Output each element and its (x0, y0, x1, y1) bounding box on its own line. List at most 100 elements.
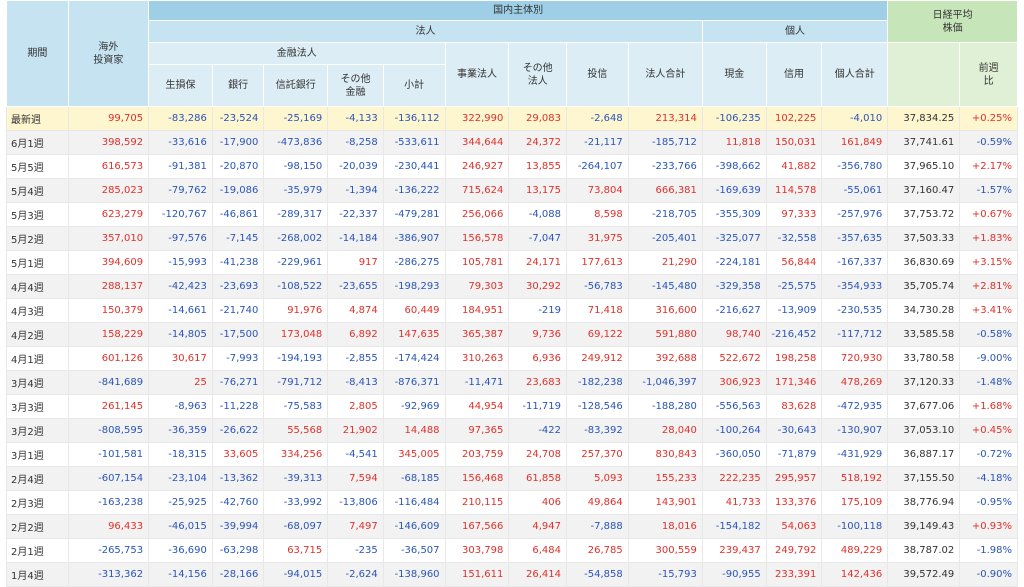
other-fin-header: その他 金融 (327, 64, 384, 107)
cash-cell: 306,923 (701, 370, 767, 395)
insurance-cell: -14,805 (148, 322, 213, 347)
overseas-cell: 398,592 (67, 130, 150, 155)
invest-trust-cell: 257,370 (566, 442, 629, 467)
insurance-cell: -36,359 (148, 418, 213, 443)
weekly-change-cell: -1.98% (959, 538, 1018, 563)
nikkei-cell: 35,705.74 (887, 274, 961, 299)
indiv-total-cell: 161,849 (821, 130, 889, 155)
weekly-change-cell: -0.90% (959, 562, 1018, 587)
period-cell: 4月1週 (6, 346, 69, 371)
corp-total-cell: 155,233 (627, 466, 703, 491)
business-corp-cell: 79,303 (444, 274, 510, 299)
weekly-change-cell: -1.57% (959, 178, 1018, 203)
corp-total-cell: -185,712 (627, 130, 703, 155)
other-fin-cell: -1,394 (327, 178, 384, 203)
invest-trust-cell: -83,392 (566, 418, 629, 443)
other-fin-cell: -4,541 (327, 442, 384, 467)
cash-cell: 239,437 (701, 538, 767, 563)
indiv-total-cell: -357,635 (821, 226, 889, 251)
nikkei-cell: 36,830.69 (887, 250, 961, 275)
bank-cell: -17,900 (211, 130, 265, 155)
margin-cell: -25,575 (765, 274, 823, 299)
bank-cell: -41,238 (211, 250, 265, 275)
margin-cell: 133,376 (765, 490, 823, 515)
business-corp-header: 事業法人 (444, 42, 510, 107)
trust-bank-cell: -289,317 (263, 202, 329, 227)
business-corp-cell: 105,781 (444, 250, 510, 275)
margin-cell: 56,844 (765, 250, 823, 275)
trust-bank-cell: -229,961 (263, 250, 329, 275)
subtotal-cell: -92,969 (382, 394, 446, 419)
subtotal-cell: 60,449 (382, 298, 446, 323)
indiv-total-cell: -100,118 (821, 514, 889, 539)
invest-trust-cell: 249,912 (566, 346, 629, 371)
trust-bank-cell: 173,048 (263, 322, 329, 347)
overseas-cell: 158,229 (67, 322, 150, 347)
insurance-cell: -15,993 (148, 250, 213, 275)
business-corp-cell: 44,954 (444, 394, 510, 419)
corp-total-cell: 143,901 (627, 490, 703, 515)
margin-cell: -32,558 (765, 226, 823, 251)
nikkei-cell: 36,887.17 (887, 442, 961, 467)
table-row: 3月4週 -841,689 25 -76,271 -791,712 -8,413 -876,… (6, 370, 1018, 395)
period-cell: 最新週 (6, 106, 69, 131)
bank-cell: -7,145 (211, 226, 265, 251)
corp-total-cell: 392,688 (627, 346, 703, 371)
subtotal-cell: -386,907 (382, 226, 446, 251)
indiv-total-cell: -356,780 (821, 154, 889, 179)
nikkei-cell: 37,741.61 (887, 130, 961, 155)
overseas-cell: 99,705 (67, 106, 150, 131)
other-fin-cell: -14,184 (327, 226, 384, 251)
nikkei-value-header (887, 42, 961, 107)
table-row: 6月1週 398,592 -33,616 -17,900 -473,836 -8,258-… (6, 130, 1018, 155)
weekly-change-cell: +0.67% (959, 202, 1018, 227)
domestic-header: 国内主体別 (148, 0, 889, 21)
corp-total-cell: -233,766 (627, 154, 703, 179)
other-corp-header: その他 法人 (508, 42, 568, 107)
insurance-cell: -8,963 (148, 394, 213, 419)
invest-trust-cell: 73,804 (566, 178, 629, 203)
bank-cell: -11,228 (211, 394, 265, 419)
cash-cell: -360,050 (701, 442, 767, 467)
other-corp-cell: -422 (508, 418, 568, 443)
corp-total-cell: -205,401 (627, 226, 703, 251)
subtotal-cell: -36,507 (382, 538, 446, 563)
bank-cell: -28,166 (211, 562, 265, 587)
insurance-cell: -46,015 (148, 514, 213, 539)
invest-trust-cell: 69,122 (566, 322, 629, 347)
margin-cell: -71,879 (765, 442, 823, 467)
cash-cell: -169,639 (701, 178, 767, 203)
nikkei-cell: 37,120.33 (887, 370, 961, 395)
table-row: 2月2週 96,433 -46,015 -39,994 -68,097 7,497 -146… (6, 514, 1018, 539)
nikkei-cell: 37,053.10 (887, 418, 961, 443)
other-fin-cell: 7,497 (327, 514, 384, 539)
cash-cell: -216,627 (701, 298, 767, 323)
insurance-cell: -42,423 (148, 274, 213, 299)
margin-cell: 54,063 (765, 514, 823, 539)
overseas-cell: -313,362 (67, 562, 150, 587)
subtotal-cell: -876,371 (382, 370, 446, 395)
bank-cell: -20,870 (211, 154, 265, 179)
table-row: 5月2週 357,010 -97,576 -7,145 -268,002 -14,184-… (6, 226, 1018, 251)
period-cell: 2月1週 (6, 538, 69, 563)
other-corp-cell: 24,372 (508, 130, 568, 155)
bank-cell: -76,271 (211, 370, 265, 395)
business-corp-cell: 310,263 (444, 346, 510, 371)
trust-bank-cell: -473,836 (263, 130, 329, 155)
business-corp-cell: 256,066 (444, 202, 510, 227)
indiv-total-cell: -130,907 (821, 418, 889, 443)
other-corp-cell: 23,683 (508, 370, 568, 395)
other-fin-cell: -4,133 (327, 106, 384, 131)
invest-trust-cell: 31,975 (566, 226, 629, 251)
indiv-total-cell: -431,929 (821, 442, 889, 467)
period-cell: 5月4週 (6, 178, 69, 203)
overseas-cell: -808,595 (67, 418, 150, 443)
trust-bank-cell: -25,169 (263, 106, 329, 131)
nikkei-cell: 34,730.28 (887, 298, 961, 323)
insurance-cell: -33,616 (148, 130, 213, 155)
margin-cell: -30,643 (765, 418, 823, 443)
weekly-change-cell: -4.18% (959, 466, 1018, 491)
overseas-cell: 357,010 (67, 226, 150, 251)
other-fin-cell: 6,892 (327, 322, 384, 347)
business-corp-cell: 167,566 (444, 514, 510, 539)
